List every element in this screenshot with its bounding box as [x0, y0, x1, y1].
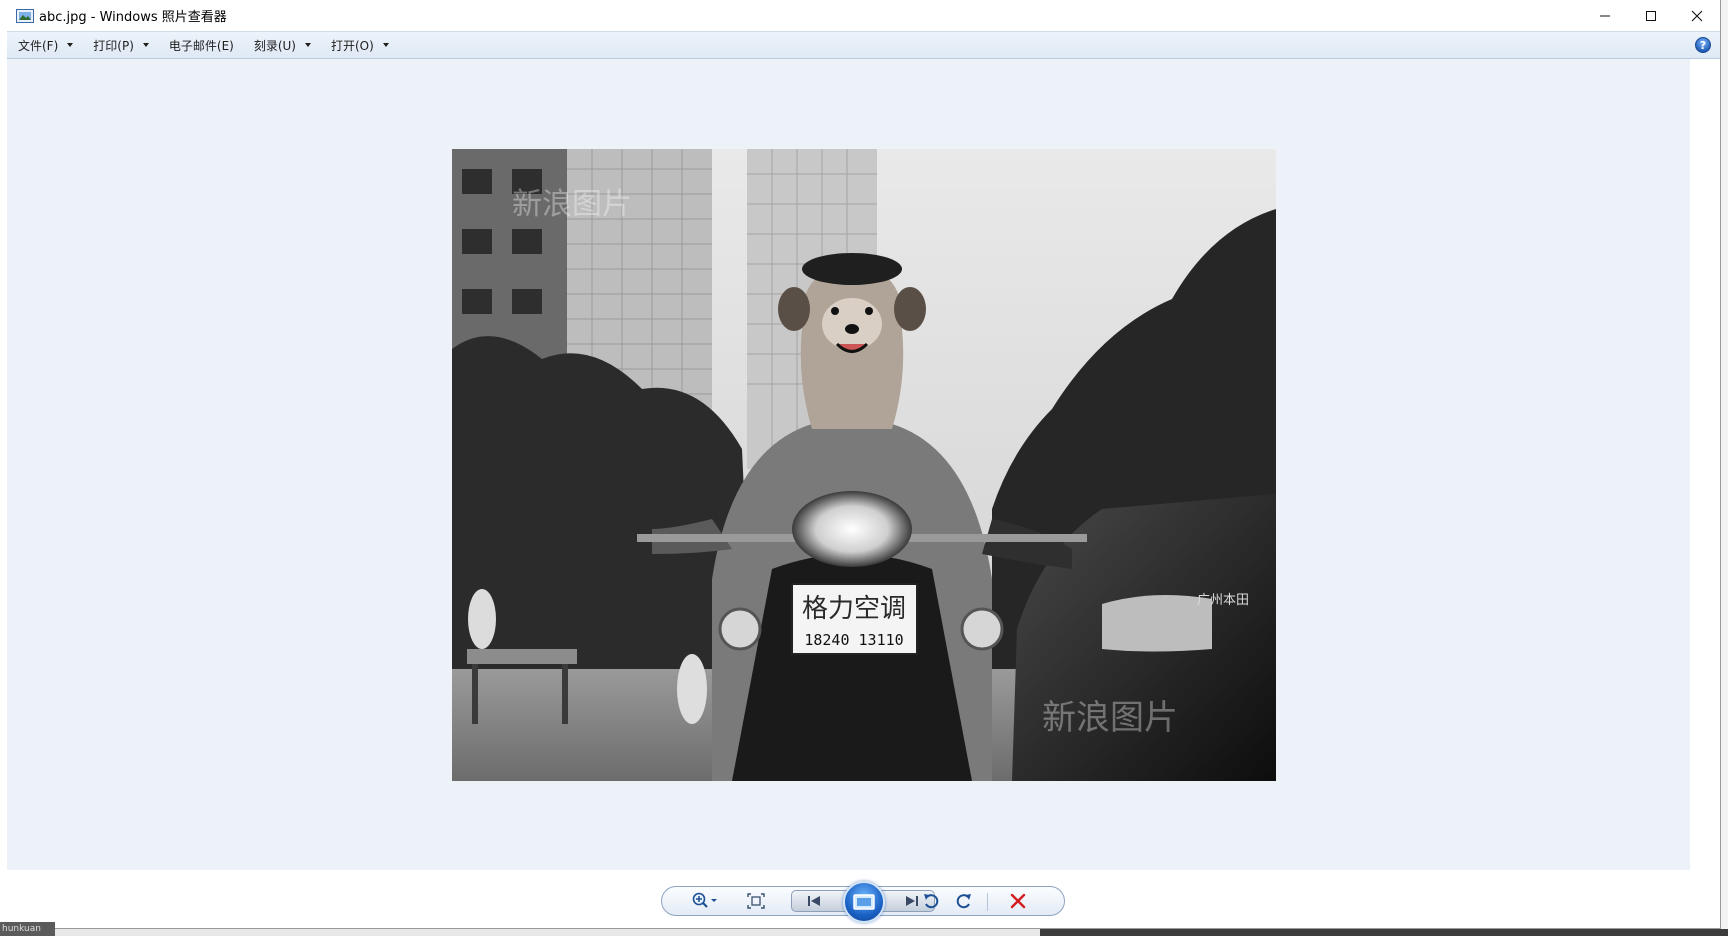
rotate-left-icon	[924, 894, 939, 909]
photo-viewer-app-icon	[16, 8, 34, 23]
menu-print[interactable]: 打印(P)	[82, 34, 158, 56]
maximize-button[interactable]	[1628, 0, 1674, 31]
previous-icon	[808, 896, 820, 906]
slideshow-button[interactable]	[843, 881, 885, 923]
menu-bar: 文件(F) 打印(P) 电子邮件(E) 刻录(U) 打开(O) ?	[7, 31, 1720, 59]
menu-open[interactable]: 打开(O)	[320, 34, 398, 56]
plate-title-text: 格力空调	[802, 594, 906, 624]
chevron-down-icon	[142, 43, 149, 47]
minimize-icon	[1600, 15, 1610, 16]
previous-button[interactable]	[802, 891, 826, 911]
menu-email[interactable]: 电子邮件(E)	[158, 34, 243, 56]
watermark-bottom: 新浪图片	[1042, 698, 1178, 738]
bottom-bar	[7, 870, 1690, 928]
menu-print-label: 打印(P)	[93, 38, 134, 53]
car-badge-text: 广州本田	[1197, 593, 1249, 608]
chevron-down-icon	[67, 43, 74, 47]
menu-file-label: 文件(F)	[18, 38, 59, 53]
image-viewer-area[interactable]: 广州本田 格力空调 18240 13110 新浪图片 新浪图片	[7, 59, 1690, 870]
menu-file[interactable]: 文件(F)	[7, 34, 82, 56]
rotate-right-button[interactable]	[952, 891, 976, 911]
window-title: abc.jpg - Windows 照片查看器	[39, 10, 227, 25]
window-controls	[1582, 0, 1720, 31]
menu-email-label: 电子邮件(E)	[168, 38, 234, 53]
screen: abc.jpg - Windows 照片查看器 文件(F) 打印(P) 电子邮件…	[0, 0, 1728, 936]
actual-size-button[interactable]	[744, 891, 768, 911]
plate-number-text: 18240 13110	[804, 631, 903, 649]
displayed-photo[interactable]: 广州本田 格力空调 18240 13110 新浪图片 新浪图片	[452, 149, 1276, 781]
watermark-top: 新浪图片	[512, 187, 632, 222]
help-icon[interactable]: ?	[1694, 36, 1712, 54]
photo-viewer-window: abc.jpg - Windows 照片查看器 文件(F) 打印(P) 电子邮件…	[0, 0, 1721, 929]
close-icon	[1691, 10, 1703, 21]
delete-icon	[1010, 893, 1026, 909]
rotate-left-button[interactable]	[919, 891, 943, 911]
zoom-button[interactable]	[688, 891, 722, 911]
rotate-right-icon	[956, 894, 971, 909]
menu-burn[interactable]: 刻录(U)	[243, 34, 320, 56]
background-window-edge	[1721, 180, 1728, 880]
delete-button[interactable]	[1006, 891, 1030, 911]
menu-burn-label: 刻录(U)	[253, 38, 296, 53]
menu-open-label: 打开(O)	[331, 38, 374, 53]
minimize-button[interactable]	[1582, 0, 1628, 31]
svg-text:?: ?	[1700, 39, 1706, 52]
slideshow-icon	[853, 894, 875, 910]
taskbar-thumbnail[interactable]: hunkuan	[0, 922, 55, 936]
actual-size-icon	[747, 893, 765, 909]
toolbar-separator	[987, 893, 988, 911]
close-button[interactable]	[1674, 0, 1720, 31]
title-bar[interactable]: abc.jpg - Windows 照片查看器	[0, 0, 1720, 31]
photo-image: 广州本田 格力空调 18240 13110 新浪图片 新浪图片	[452, 149, 1276, 781]
zoom-icon	[692, 892, 717, 908]
taskbar-dark-section	[1040, 929, 1728, 936]
maximize-icon	[1646, 10, 1656, 21]
navigation-toolbar	[661, 881, 1065, 923]
chevron-down-icon	[305, 43, 311, 47]
chevron-down-icon	[382, 43, 389, 47]
